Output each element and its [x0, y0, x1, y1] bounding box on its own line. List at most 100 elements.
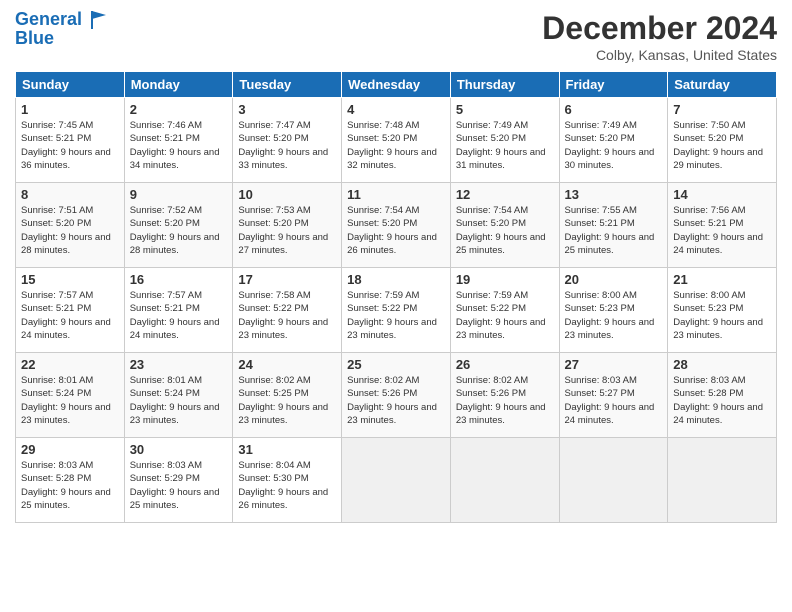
days-header-row: SundayMondayTuesdayWednesdayThursdayFrid…	[16, 72, 777, 98]
day-info: Sunrise: 7:57 AMSunset: 5:21 PMDaylight:…	[130, 289, 228, 342]
calendar-cell: 16 Sunrise: 7:57 AMSunset: 5:21 PMDayligh…	[124, 268, 233, 353]
day-number: 3	[238, 102, 336, 117]
calendar-week-2: 8 Sunrise: 7:51 AMSunset: 5:20 PMDaylight…	[16, 183, 777, 268]
day-info: Sunrise: 7:57 AMSunset: 5:21 PMDaylight:…	[21, 289, 119, 342]
day-info: Sunrise: 8:01 AMSunset: 5:24 PMDaylight:…	[21, 374, 119, 427]
calendar-cell	[342, 438, 451, 523]
day-number: 15	[21, 272, 119, 287]
day-info: Sunrise: 7:56 AMSunset: 5:21 PMDaylight:…	[673, 204, 771, 257]
day-number: 21	[673, 272, 771, 287]
day-info: Sunrise: 7:51 AMSunset: 5:20 PMDaylight:…	[21, 204, 119, 257]
day-info: Sunrise: 7:48 AMSunset: 5:20 PMDaylight:…	[347, 119, 445, 172]
day-info: Sunrise: 7:59 AMSunset: 5:22 PMDaylight:…	[456, 289, 554, 342]
calendar-week-4: 22Sunrise: 8:01 AMSunset: 5:24 PMDayligh…	[16, 353, 777, 438]
day-info: Sunrise: 7:59 AMSunset: 5:22 PMDaylight:…	[347, 289, 445, 342]
calendar-cell: 28Sunrise: 8:03 AMSunset: 5:28 PMDayligh…	[668, 353, 777, 438]
day-number: 14	[673, 187, 771, 202]
calendar-cell: 19 Sunrise: 7:59 AMSunset: 5:22 PMDayligh…	[450, 268, 559, 353]
calendar-cell: 24Sunrise: 8:02 AMSunset: 5:25 PMDayligh…	[233, 353, 342, 438]
calendar-cell: 27 Sunrise: 8:03 AMSunset: 5:27 PMDayligh…	[559, 353, 668, 438]
day-number: 9	[130, 187, 228, 202]
calendar-cell	[450, 438, 559, 523]
calendar-week-1: 1Sunrise: 7:45 AMSunset: 5:21 PMDaylight…	[16, 98, 777, 183]
day-info: Sunrise: 8:03 AMSunset: 5:28 PMDaylight:…	[673, 374, 771, 427]
day-number: 25	[347, 357, 445, 372]
calendar-cell	[559, 438, 668, 523]
month-title: December 2024	[542, 10, 777, 47]
day-info: Sunrise: 7:54 AMSunset: 5:20 PMDaylight:…	[456, 204, 554, 257]
day-number: 13	[565, 187, 663, 202]
day-number: 12	[456, 187, 554, 202]
logo: General Blue	[15, 10, 110, 49]
day-number: 20	[565, 272, 663, 287]
day-number: 11	[347, 187, 445, 202]
logo-flag-icon	[88, 11, 110, 29]
day-header-saturday: Saturday	[668, 72, 777, 98]
calendar-cell: 15 Sunrise: 7:57 AMSunset: 5:21 PMDayligh…	[16, 268, 125, 353]
day-info: Sunrise: 7:58 AMSunset: 5:22 PMDaylight:…	[238, 289, 336, 342]
day-info: Sunrise: 7:45 AMSunset: 5:21 PMDaylight:…	[21, 119, 119, 172]
calendar-cell: 1Sunrise: 7:45 AMSunset: 5:21 PMDaylight…	[16, 98, 125, 183]
calendar-cell: 21 Sunrise: 8:00 AMSunset: 5:23 PMDayligh…	[668, 268, 777, 353]
day-info: Sunrise: 8:01 AMSunset: 5:24 PMDaylight:…	[130, 374, 228, 427]
calendar-cell: 4 Sunrise: 7:48 AMSunset: 5:20 PMDaylight…	[342, 98, 451, 183]
calendar-cell: 30Sunrise: 8:03 AMSunset: 5:29 PMDayligh…	[124, 438, 233, 523]
calendar-cell: 11 Sunrise: 7:54 AMSunset: 5:20 PMDayligh…	[342, 183, 451, 268]
day-number: 27	[565, 357, 663, 372]
logo-text: General	[15, 10, 110, 30]
calendar-cell: 6 Sunrise: 7:49 AMSunset: 5:20 PMDaylight…	[559, 98, 668, 183]
logo-general: General	[15, 9, 82, 29]
calendar-cell: 18 Sunrise: 7:59 AMSunset: 5:22 PMDayligh…	[342, 268, 451, 353]
day-number: 30	[130, 442, 228, 457]
calendar-cell: 20 Sunrise: 8:00 AMSunset: 5:23 PMDayligh…	[559, 268, 668, 353]
calendar-cell: 26Sunrise: 8:02 AMSunset: 5:26 PMDayligh…	[450, 353, 559, 438]
day-header-tuesday: Tuesday	[233, 72, 342, 98]
day-number: 31	[238, 442, 336, 457]
day-info: Sunrise: 8:02 AMSunset: 5:26 PMDaylight:…	[456, 374, 554, 427]
calendar-cell: 9 Sunrise: 7:52 AMSunset: 5:20 PMDaylight…	[124, 183, 233, 268]
day-number: 7	[673, 102, 771, 117]
day-number: 29	[21, 442, 119, 457]
calendar-cell: 3Sunrise: 7:47 AMSunset: 5:20 PMDaylight…	[233, 98, 342, 183]
day-number: 5	[456, 102, 554, 117]
calendar-cell: 25Sunrise: 8:02 AMSunset: 5:26 PMDayligh…	[342, 353, 451, 438]
day-info: Sunrise: 8:02 AMSunset: 5:25 PMDaylight:…	[238, 374, 336, 427]
day-number: 8	[21, 187, 119, 202]
day-info: Sunrise: 7:54 AMSunset: 5:20 PMDaylight:…	[347, 204, 445, 257]
day-number: 2	[130, 102, 228, 117]
day-number: 6	[565, 102, 663, 117]
day-info: Sunrise: 8:00 AMSunset: 5:23 PMDaylight:…	[673, 289, 771, 342]
day-info: Sunrise: 7:55 AMSunset: 5:21 PMDaylight:…	[565, 204, 663, 257]
day-header-wednesday: Wednesday	[342, 72, 451, 98]
header: General Blue December 2024 Colby, Kansas…	[15, 10, 777, 63]
day-info: Sunrise: 8:03 AMSunset: 5:27 PMDaylight:…	[565, 374, 663, 427]
calendar-week-5: 29 Sunrise: 8:03 AMSunset: 5:28 PMDayligh…	[16, 438, 777, 523]
calendar-cell: 7 Sunrise: 7:50 AMSunset: 5:20 PMDaylight…	[668, 98, 777, 183]
day-info: Sunrise: 8:00 AMSunset: 5:23 PMDaylight:…	[565, 289, 663, 342]
day-number: 16	[130, 272, 228, 287]
day-info: Sunrise: 7:52 AMSunset: 5:20 PMDaylight:…	[130, 204, 228, 257]
day-info: Sunrise: 8:04 AMSunset: 5:30 PMDaylight:…	[238, 459, 336, 512]
day-info: Sunrise: 8:03 AMSunset: 5:28 PMDaylight:…	[21, 459, 119, 512]
day-header-thursday: Thursday	[450, 72, 559, 98]
day-number: 18	[347, 272, 445, 287]
calendar-cell: 12 Sunrise: 7:54 AMSunset: 5:20 PMDayligh…	[450, 183, 559, 268]
day-number: 19	[456, 272, 554, 287]
calendar-cell: 8 Sunrise: 7:51 AMSunset: 5:20 PMDaylight…	[16, 183, 125, 268]
day-info: Sunrise: 7:50 AMSunset: 5:20 PMDaylight:…	[673, 119, 771, 172]
location: Colby, Kansas, United States	[542, 47, 777, 63]
calendar-cell: 29 Sunrise: 8:03 AMSunset: 5:28 PMDayligh…	[16, 438, 125, 523]
day-header-sunday: Sunday	[16, 72, 125, 98]
day-info: Sunrise: 7:53 AMSunset: 5:20 PMDaylight:…	[238, 204, 336, 257]
day-header-friday: Friday	[559, 72, 668, 98]
calendar-cell: 2 Sunrise: 7:46 AMSunset: 5:21 PMDaylight…	[124, 98, 233, 183]
calendar-cell: 13 Sunrise: 7:55 AMSunset: 5:21 PMDayligh…	[559, 183, 668, 268]
day-number: 4	[347, 102, 445, 117]
title-area: December 2024 Colby, Kansas, United Stat…	[542, 10, 777, 63]
day-info: Sunrise: 7:46 AMSunset: 5:21 PMDaylight:…	[130, 119, 228, 172]
day-info: Sunrise: 7:49 AMSunset: 5:20 PMDaylight:…	[456, 119, 554, 172]
day-info: Sunrise: 7:49 AMSunset: 5:20 PMDaylight:…	[565, 119, 663, 172]
calendar-cell: 22Sunrise: 8:01 AMSunset: 5:24 PMDayligh…	[16, 353, 125, 438]
calendar-cell: 31 Sunrise: 8:04 AMSunset: 5:30 PMDayligh…	[233, 438, 342, 523]
calendar-cell: 5 Sunrise: 7:49 AMSunset: 5:20 PMDaylight…	[450, 98, 559, 183]
